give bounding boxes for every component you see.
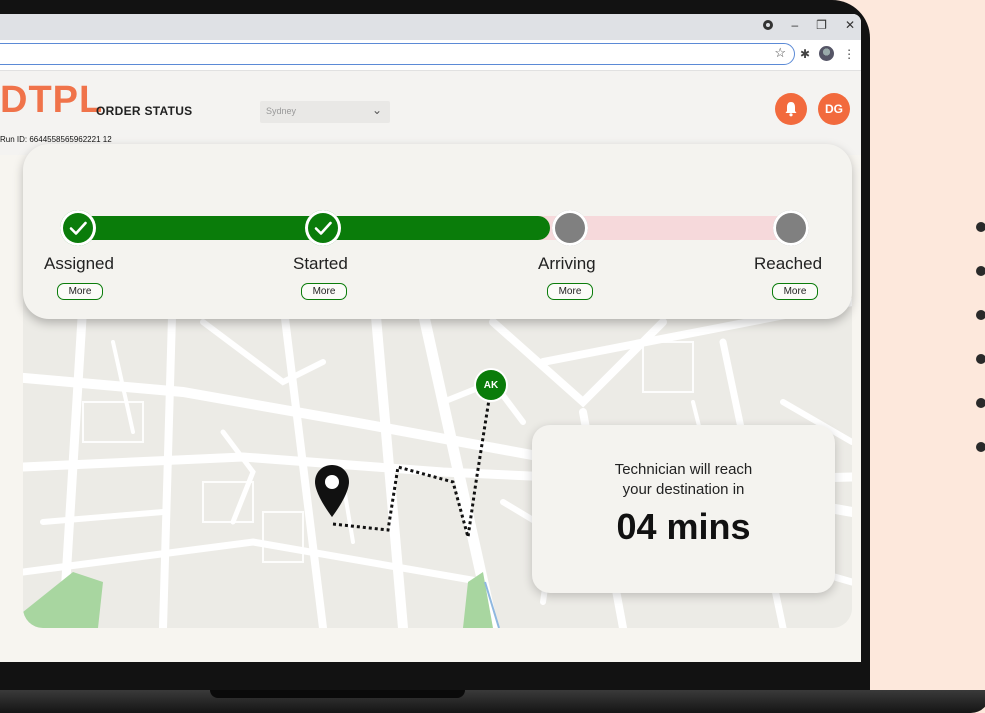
eta-card: Technician will reach your destination i… — [532, 425, 835, 593]
step-started-status — [305, 210, 341, 246]
eta-line-1: Technician will reach — [614, 461, 753, 478]
browser-menu-icon[interactable]: ⋮ — [843, 47, 855, 61]
browser-toolbar: ☆ ✱ ⋮ — [0, 40, 861, 71]
more-button-started[interactable]: More — [301, 283, 347, 300]
city-select[interactable]: Sydney ⌄ — [260, 101, 390, 123]
step-assigned-status — [60, 210, 96, 246]
step-label-reached: Reached — [754, 254, 823, 273]
eta-line-2: your destination in — [622, 481, 745, 498]
city-select-value: Sydney — [266, 106, 297, 116]
step-label-assigned: Assigned — [44, 254, 114, 273]
map-pin-icon — [315, 465, 349, 517]
check-icon — [69, 221, 87, 235]
bell-icon — [785, 102, 797, 117]
step-label-arriving: Arriving — [538, 254, 596, 273]
close-button[interactable]: ✕ — [845, 18, 855, 32]
maximize-button[interactable]: ❐ — [816, 18, 827, 32]
eta-time: 04 mins — [616, 506, 751, 547]
more-button-arriving[interactable]: More — [547, 283, 593, 300]
address-bar[interactable]: ☆ — [0, 43, 795, 65]
extensions-puzzle-icon[interactable]: ✱ — [800, 47, 810, 61]
step-arriving-status — [552, 210, 588, 246]
app-header: DTPL ORDER STATUS Run ID: 66445585659622… — [0, 71, 861, 155]
brand-logo: DTPL — [0, 79, 104, 121]
laptop-notch — [210, 690, 465, 698]
more-button-reached[interactable]: More — [772, 283, 818, 300]
browser-titlebar: – ❐ ✕ — [0, 14, 861, 40]
notification-button[interactable] — [775, 93, 807, 125]
check-icon — [314, 221, 332, 235]
extension-icons: ✱ ⋮ — [800, 46, 855, 61]
window-controls: – ❐ ✕ — [763, 18, 855, 32]
decorative-dots — [976, 222, 985, 486]
run-id: Run ID: 6644558565962221 12 — [0, 135, 112, 144]
chrome-record-icon[interactable] — [763, 20, 774, 30]
user-avatar[interactable]: DG — [818, 93, 850, 125]
chevron-down-icon: ⌄ — [371, 103, 382, 117]
bookmark-star-icon[interactable]: ☆ — [774, 45, 786, 61]
laptop-base — [0, 690, 985, 713]
page-title: ORDER STATUS — [96, 104, 193, 118]
step-reached-status — [773, 210, 809, 246]
technician-marker[interactable]: AK — [476, 370, 506, 400]
minimize-button[interactable]: – — [791, 18, 798, 32]
step-label-started: Started — [293, 254, 348, 273]
browser-profile-avatar[interactable] — [819, 46, 835, 61]
order-progress-card: Assigned Started Arriving Reached More M… — [23, 144, 852, 319]
more-button-assigned[interactable]: More — [57, 283, 103, 300]
